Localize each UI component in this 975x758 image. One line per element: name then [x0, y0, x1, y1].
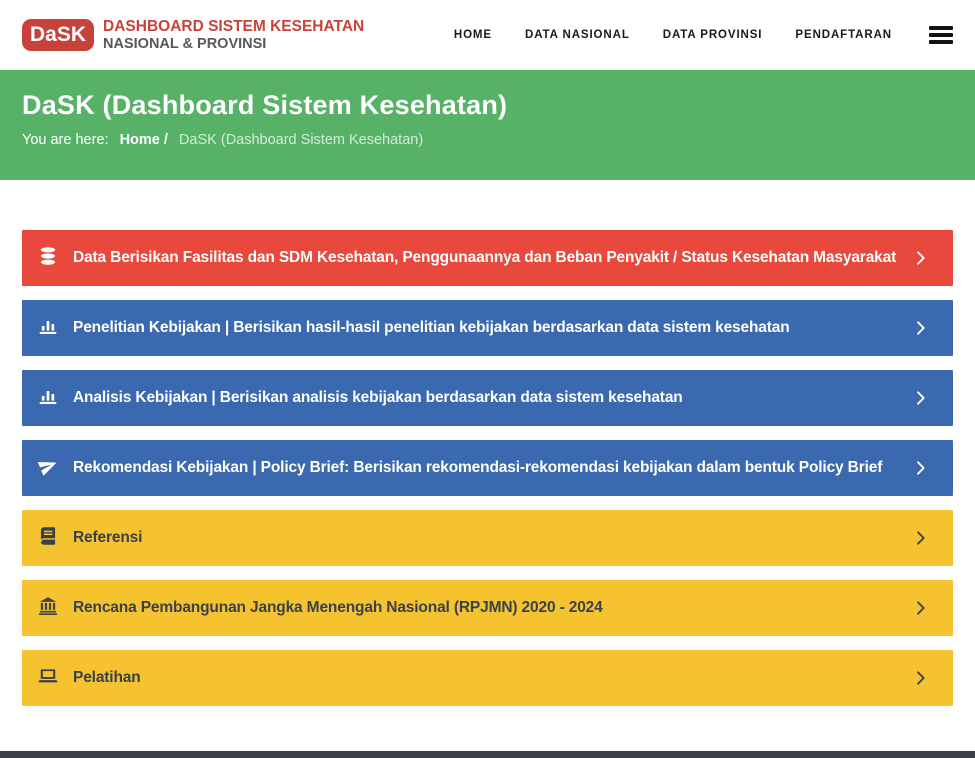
chevron-right-icon	[912, 390, 929, 407]
breadcrumb: You are here: Home / DaSK (Dashboard Sis…	[22, 132, 953, 148]
logo-badge: DaSK	[22, 19, 94, 51]
paper-plane-icon	[38, 456, 58, 476]
accordion-label: Data Berisikan Fasilitas dan SDM Kesehat…	[73, 249, 896, 266]
accordion-item-rpjmn[interactable]: Rencana Pembangunan Jangka Menengah Nasi…	[22, 580, 953, 636]
chevron-right-icon	[912, 320, 929, 337]
bar-chart-icon	[38, 386, 58, 406]
book-icon	[38, 526, 58, 546]
nav-pendaftaran[interactable]: PENDAFTARAN	[795, 29, 892, 41]
breadcrumb-prefix: You are here:	[22, 132, 109, 148]
hamburger-icon[interactable]	[929, 26, 953, 44]
chevron-right-icon	[912, 600, 929, 617]
accordion-label: Rencana Pembangunan Jangka Menengah Nasi…	[73, 599, 603, 616]
nav-data-nasional[interactable]: DATA NASIONAL	[525, 29, 630, 41]
accordion-item-rekomendasi-kebijakan[interactable]: Rekomendasi Kebijakan | Policy Brief: Be…	[22, 440, 953, 496]
app-header: DaSK DASHBOARD SISTEM KESEHATAN NASIONAL…	[0, 0, 975, 70]
bank-icon	[38, 596, 58, 616]
main-nav: HOME DATA NASIONAL DATA PROVINSI PENDAFT…	[454, 26, 953, 44]
accordion-label: Referensi	[73, 529, 142, 546]
chevron-right-icon	[912, 670, 929, 687]
logo-subtitle: NASIONAL & PROVINSI	[103, 36, 364, 53]
accordion-item-data-fasilitas[interactable]: Data Berisikan Fasilitas dan SDM Kesehat…	[22, 230, 953, 286]
accordion-label: Rekomendasi Kebijakan | Policy Brief: Be…	[73, 459, 882, 476]
breadcrumb-current: DaSK (Dashboard Sistem Kesehatan)	[179, 132, 423, 148]
logo-text: DASHBOARD SISTEM KESEHATAN NASIONAL & PR…	[103, 18, 364, 52]
accordion-label: Penelitian Kebijakan | Berisikan hasil-h…	[73, 319, 790, 336]
chevron-right-icon	[912, 250, 929, 267]
breadcrumb-home-link[interactable]: Home /	[120, 132, 168, 148]
nav-home[interactable]: HOME	[454, 29, 492, 41]
accordion-label: Analisis Kebijakan | Berisikan analisis …	[73, 389, 683, 406]
accordion-item-analisis-kebijakan[interactable]: Analisis Kebijakan | Berisikan analisis …	[22, 370, 953, 426]
chevron-right-icon	[912, 530, 929, 547]
logo[interactable]: DaSK DASHBOARD SISTEM KESEHATAN NASIONAL…	[22, 18, 364, 52]
page-title: DaSK (Dashboard Sistem Kesehatan)	[22, 90, 953, 121]
bar-chart-icon	[38, 316, 58, 336]
accordion-label: Pelatihan	[73, 669, 141, 686]
accordion-item-penelitian-kebijakan[interactable]: Penelitian Kebijakan | Berisikan hasil-h…	[22, 300, 953, 356]
content-area: Data Berisikan Fasilitas dan SDM Kesehat…	[0, 180, 975, 706]
accordion-item-pelatihan[interactable]: Pelatihan	[22, 650, 953, 706]
page-banner: DaSK (Dashboard Sistem Kesehatan) You ar…	[0, 70, 975, 180]
database-icon	[38, 246, 58, 266]
logo-title: DASHBOARD SISTEM KESEHATAN	[103, 18, 364, 36]
chevron-right-icon	[912, 460, 929, 477]
footer-edge	[0, 751, 975, 758]
laptop-icon	[38, 666, 58, 686]
nav-data-provinsi[interactable]: DATA PROVINSI	[663, 29, 763, 41]
accordion-item-referensi[interactable]: Referensi	[22, 510, 953, 566]
